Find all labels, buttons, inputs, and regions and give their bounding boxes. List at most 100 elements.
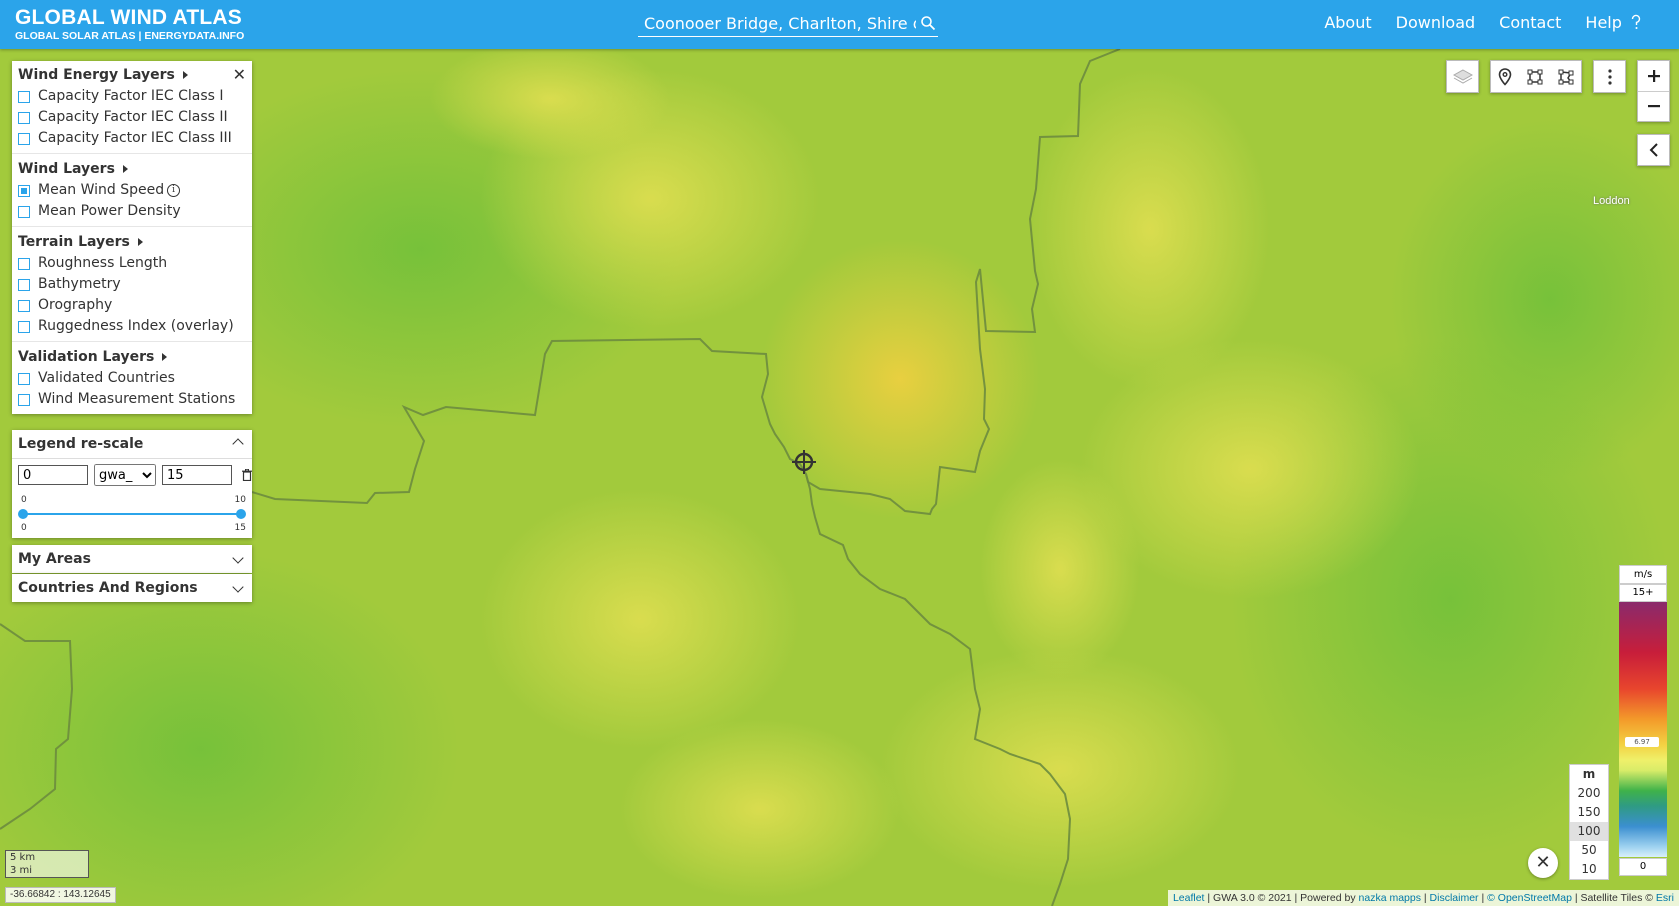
height-option-50[interactable]: 50	[1570, 841, 1608, 860]
layer-item-capacity-factor-1[interactable]: Capacity Factor IEC Class I	[12, 86, 252, 107]
close-point-button[interactable]: ✕	[1528, 848, 1558, 878]
basemap-layers-button[interactable]	[1446, 60, 1479, 93]
expand-arrow-icon	[122, 165, 128, 173]
layers-icon	[1452, 68, 1473, 84]
height-option-100[interactable]: 100	[1570, 822, 1608, 841]
nav-help[interactable]: Help	[1585, 13, 1642, 32]
layer-item-roughness[interactable]: Roughness Length	[12, 253, 252, 274]
nav-contact[interactable]: Contact	[1499, 13, 1561, 32]
attribution-tiles-text: | Satellite Tiles ©	[1571, 892, 1656, 904]
slider-bottom-min-label: 0	[21, 523, 27, 533]
checkbox[interactable]	[18, 90, 30, 103]
attribution-esri-link[interactable]: Esri	[1656, 892, 1674, 904]
layer-group-title[interactable]: Terrain Layers	[12, 231, 252, 253]
map-attribution: Leaflet | GWA 3.0 © 2021 | Powered by na…	[1167, 890, 1679, 906]
layer-item-label: Capacity Factor IEC Class II	[38, 109, 228, 125]
layer-item-ruggedness[interactable]: Ruggedness Index (overlay)	[12, 316, 252, 337]
rescale-max-input[interactable]	[162, 465, 232, 485]
search-icon[interactable]	[920, 15, 936, 31]
top-bar: GLOBAL WIND ATLAS GLOBAL SOLAR ATLAS | E…	[0, 0, 1679, 49]
palette-select[interactable]: gwa_	[94, 464, 156, 486]
zoom-out-button[interactable]	[1638, 92, 1669, 121]
region-label: Loddon	[1593, 195, 1630, 207]
layer-group-title[interactable]: Wind Energy Layers ✕	[12, 64, 252, 86]
layer-item-capacity-factor-2[interactable]: Capacity Factor IEC Class II	[12, 107, 252, 128]
layer-item-mean-wind-speed[interactable]: Mean Wind Speed i	[12, 180, 252, 201]
pin-icon[interactable]	[1498, 67, 1512, 86]
height-option-10[interactable]: 10	[1570, 860, 1608, 879]
plus-icon	[1647, 70, 1660, 82]
crosshair-marker-icon[interactable]	[791, 449, 817, 475]
chevron-up-icon[interactable]	[232, 438, 244, 450]
layers-panel: Wind Energy Layers ✕ Capacity Factor IEC…	[12, 61, 252, 414]
legend-rescale-panel: Legend re-scale gwa_ 0 10 0 15	[12, 430, 252, 538]
my-areas-accordion[interactable]: My Areas	[12, 545, 252, 573]
info-icon[interactable]: i	[167, 184, 181, 197]
checkbox[interactable]	[18, 393, 30, 406]
layer-group-title[interactable]: Validation Layers	[12, 346, 252, 368]
zoom-in-button[interactable]	[1638, 61, 1669, 92]
slider-max-handle[interactable]	[236, 509, 246, 519]
height-option-200[interactable]: 200	[1570, 784, 1608, 803]
range-slider[interactable]	[18, 509, 246, 519]
layer-item-validated-countries[interactable]: Validated Countries	[12, 368, 252, 389]
attribution-nazka-link[interactable]: nazka mapps	[1359, 892, 1421, 904]
layer-item-label: Bathymetry	[38, 276, 121, 292]
app-subtitle[interactable]: GLOBAL SOLAR ATLAS | ENERGYDATA.INFO	[15, 30, 244, 42]
checkbox[interactable]	[18, 205, 30, 218]
checkbox[interactable]	[18, 111, 30, 124]
height-selector: m 200 150 100 50 10	[1569, 764, 1609, 880]
chevron-down-icon[interactable]	[232, 552, 244, 564]
attribution-sep: |	[1478, 892, 1488, 904]
countries-accordion[interactable]: Countries And Regions	[12, 574, 252, 602]
checkbox[interactable]	[18, 132, 30, 145]
checkbox-checked[interactable]	[18, 184, 30, 197]
search-input[interactable]	[638, 12, 916, 34]
layer-item-bathymetry[interactable]: Bathymetry	[12, 274, 252, 295]
attribution-leaflet-link[interactable]: Leaflet	[1173, 892, 1205, 904]
divider	[12, 153, 252, 154]
checkbox[interactable]	[18, 372, 30, 385]
height-unit: m	[1582, 767, 1596, 781]
app-title[interactable]: GLOBAL WIND ATLAS	[15, 6, 244, 30]
nav-download[interactable]: Download	[1396, 13, 1476, 32]
checkbox[interactable]	[18, 257, 30, 270]
wind-speed-legend: m/s 15+ 6.97 0	[1619, 565, 1667, 877]
layer-group-title[interactable]: Wind Layers	[12, 158, 252, 180]
checkbox[interactable]	[18, 299, 30, 312]
layer-item-capacity-factor-3[interactable]: Capacity Factor IEC Class III	[12, 128, 252, 149]
rescale-min-input[interactable]	[18, 465, 88, 485]
legend-unit: m/s	[1619, 565, 1667, 584]
legend-max: 15+	[1619, 584, 1667, 602]
layer-item-label: Mean Wind Speed	[38, 182, 165, 198]
attribution-disclaimer-link[interactable]: Disclaimer	[1430, 892, 1479, 904]
layer-item-label: Orography	[38, 297, 113, 313]
slider-min-handle[interactable]	[18, 509, 28, 519]
layer-item-orography[interactable]: Orography	[12, 295, 252, 316]
accordion-header[interactable]: My Areas	[12, 545, 252, 573]
legend-rescale-header[interactable]: Legend re-scale	[12, 430, 252, 459]
more-options-button[interactable]	[1593, 60, 1626, 93]
trash-icon[interactable]	[242, 469, 252, 481]
legend-rescale-title: Legend re-scale	[18, 436, 144, 452]
collapse-panel-button[interactable]	[1637, 134, 1670, 166]
height-option-150[interactable]: 150	[1570, 803, 1608, 822]
layer-group-title-label: Wind Layers	[18, 161, 115, 177]
layer-item-mean-power-density[interactable]: Mean Power Density	[12, 201, 252, 222]
layer-item-measurement-stations[interactable]: Wind Measurement Stations	[12, 389, 252, 410]
close-icon[interactable]: ✕	[233, 64, 246, 86]
draw-polygon-icon[interactable]	[1558, 69, 1574, 85]
layer-group-wind-energy: Wind Energy Layers ✕ Capacity Factor IEC…	[12, 64, 252, 149]
accordion-header[interactable]: Countries And Regions	[12, 574, 252, 602]
layer-group-title-label: Validation Layers	[18, 349, 155, 365]
attribution-osm-link[interactable]: © OpenStreetMap	[1487, 892, 1572, 904]
chevron-down-icon[interactable]	[232, 581, 244, 593]
brand[interactable]: GLOBAL WIND ATLAS GLOBAL SOLAR ATLAS | E…	[15, 6, 244, 42]
help-icon	[1631, 14, 1641, 29]
checkbox[interactable]	[18, 278, 30, 291]
chevron-left-icon	[1649, 143, 1658, 157]
nav-about[interactable]: About	[1324, 13, 1371, 32]
checkbox[interactable]	[18, 320, 30, 333]
draw-rectangle-icon[interactable]	[1527, 69, 1543, 85]
zoom-control	[1637, 60, 1670, 122]
